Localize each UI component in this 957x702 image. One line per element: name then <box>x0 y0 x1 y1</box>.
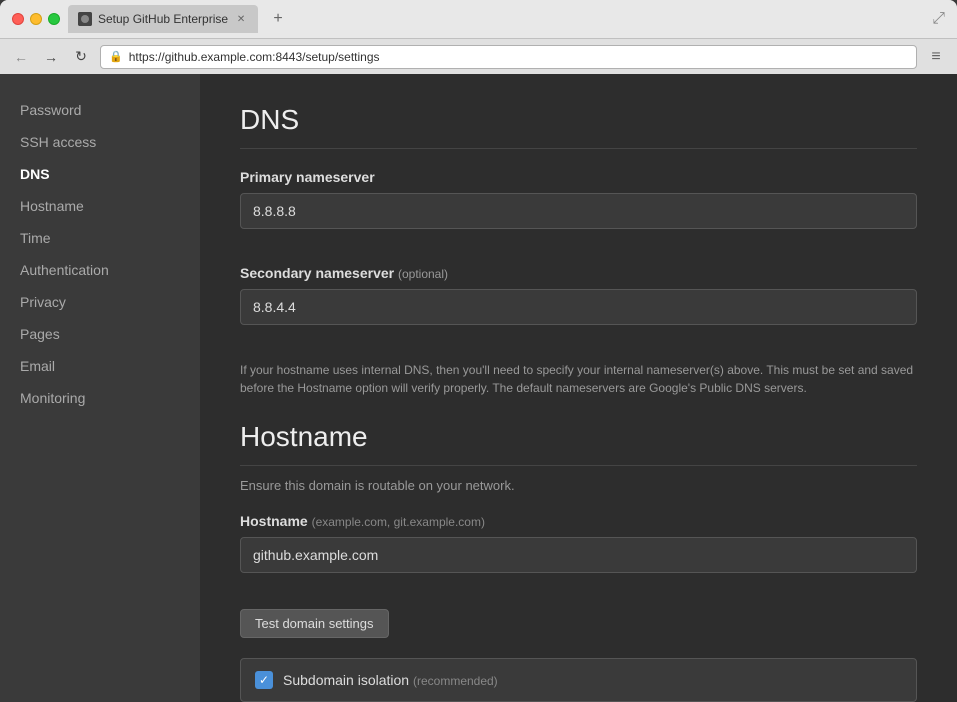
sidebar-item-monitoring[interactable]: Monitoring <box>0 382 200 414</box>
hostname-label: Hostname (example.com, git.example.com) <box>240 513 917 529</box>
new-tab-button[interactable]: + <box>266 7 290 31</box>
sidebar-item-dns[interactable]: DNS <box>0 158 200 190</box>
sidebar-item-email[interactable]: Email <box>0 350 200 382</box>
hostname-subtitle: Ensure this domain is routable on your n… <box>240 478 917 493</box>
menu-icon[interactable]: ≡ <box>925 46 947 68</box>
hostname-input[interactable] <box>240 537 917 573</box>
sidebar-item-ssh-access[interactable]: SSH access <box>0 126 200 158</box>
minimize-button[interactable] <box>30 13 42 25</box>
sidebar-item-pages[interactable]: Pages <box>0 318 200 350</box>
browser-tab[interactable]: Setup GitHub Enterprise ✕ <box>68 5 258 33</box>
primary-nameserver-group: Primary nameserver <box>240 169 917 245</box>
window-controls <box>12 13 60 25</box>
dns-section-title: DNS <box>240 104 917 149</box>
sidebar-item-time[interactable]: Time <box>0 222 200 254</box>
subdomain-recommended: (recommended) <box>413 674 498 688</box>
secondary-nameserver-label: Secondary nameserver (optional) <box>240 265 917 281</box>
lock-icon: 🔒 <box>109 50 123 63</box>
tab-title: Setup GitHub Enterprise <box>98 12 228 26</box>
page-wrapper: Password SSH access DNS Hostname Time Au… <box>0 74 957 702</box>
hostname-section-title: Hostname <box>240 421 917 466</box>
sidebar-item-authentication[interactable]: Authentication <box>0 254 200 286</box>
dns-info-text: If your hostname uses internal DNS, then… <box>240 361 917 397</box>
secondary-optional-text: (optional) <box>398 267 448 281</box>
secondary-nameserver-input[interactable] <box>240 289 917 325</box>
hostname-hint: (example.com, git.example.com) <box>312 515 485 529</box>
back-button[interactable]: ← <box>10 46 32 68</box>
sidebar-item-hostname[interactable]: Hostname <box>0 190 200 222</box>
url-text: https://github.example.com:8443/setup/se… <box>129 50 380 64</box>
sidebar-item-privacy[interactable]: Privacy <box>0 286 200 318</box>
primary-nameserver-input[interactable] <box>240 193 917 229</box>
maximize-button[interactable] <box>48 13 60 25</box>
sidebar: Password SSH access DNS Hostname Time Au… <box>0 74 200 702</box>
address-bar[interactable]: 🔒 https://github.example.com:8443/setup/… <box>100 45 917 69</box>
secondary-nameserver-group: Secondary nameserver (optional) <box>240 265 917 341</box>
subdomain-checkbox[interactable] <box>255 671 273 689</box>
close-button[interactable] <box>12 13 24 25</box>
tab-close-icon[interactable]: ✕ <box>234 12 248 26</box>
browser-navbar: ← → ↻ 🔒 https://github.example.com:8443/… <box>0 38 957 74</box>
test-domain-button[interactable]: Test domain settings <box>240 609 389 638</box>
subdomain-label: Subdomain isolation (recommended) <box>283 672 498 688</box>
sidebar-item-password[interactable]: Password <box>0 94 200 126</box>
subdomain-isolation-row[interactable]: Subdomain isolation (recommended) <box>240 658 917 702</box>
primary-nameserver-label: Primary nameserver <box>240 169 917 185</box>
forward-button[interactable]: → <box>40 46 62 68</box>
main-content: DNS Primary nameserver Secondary nameser… <box>200 74 957 702</box>
reload-button[interactable]: ↻ <box>70 46 92 68</box>
hostname-field-group: Hostname (example.com, git.example.com) <box>240 513 917 589</box>
tab-favicon-icon <box>78 12 92 26</box>
resize-icon: ⤢ <box>932 10 945 28</box>
